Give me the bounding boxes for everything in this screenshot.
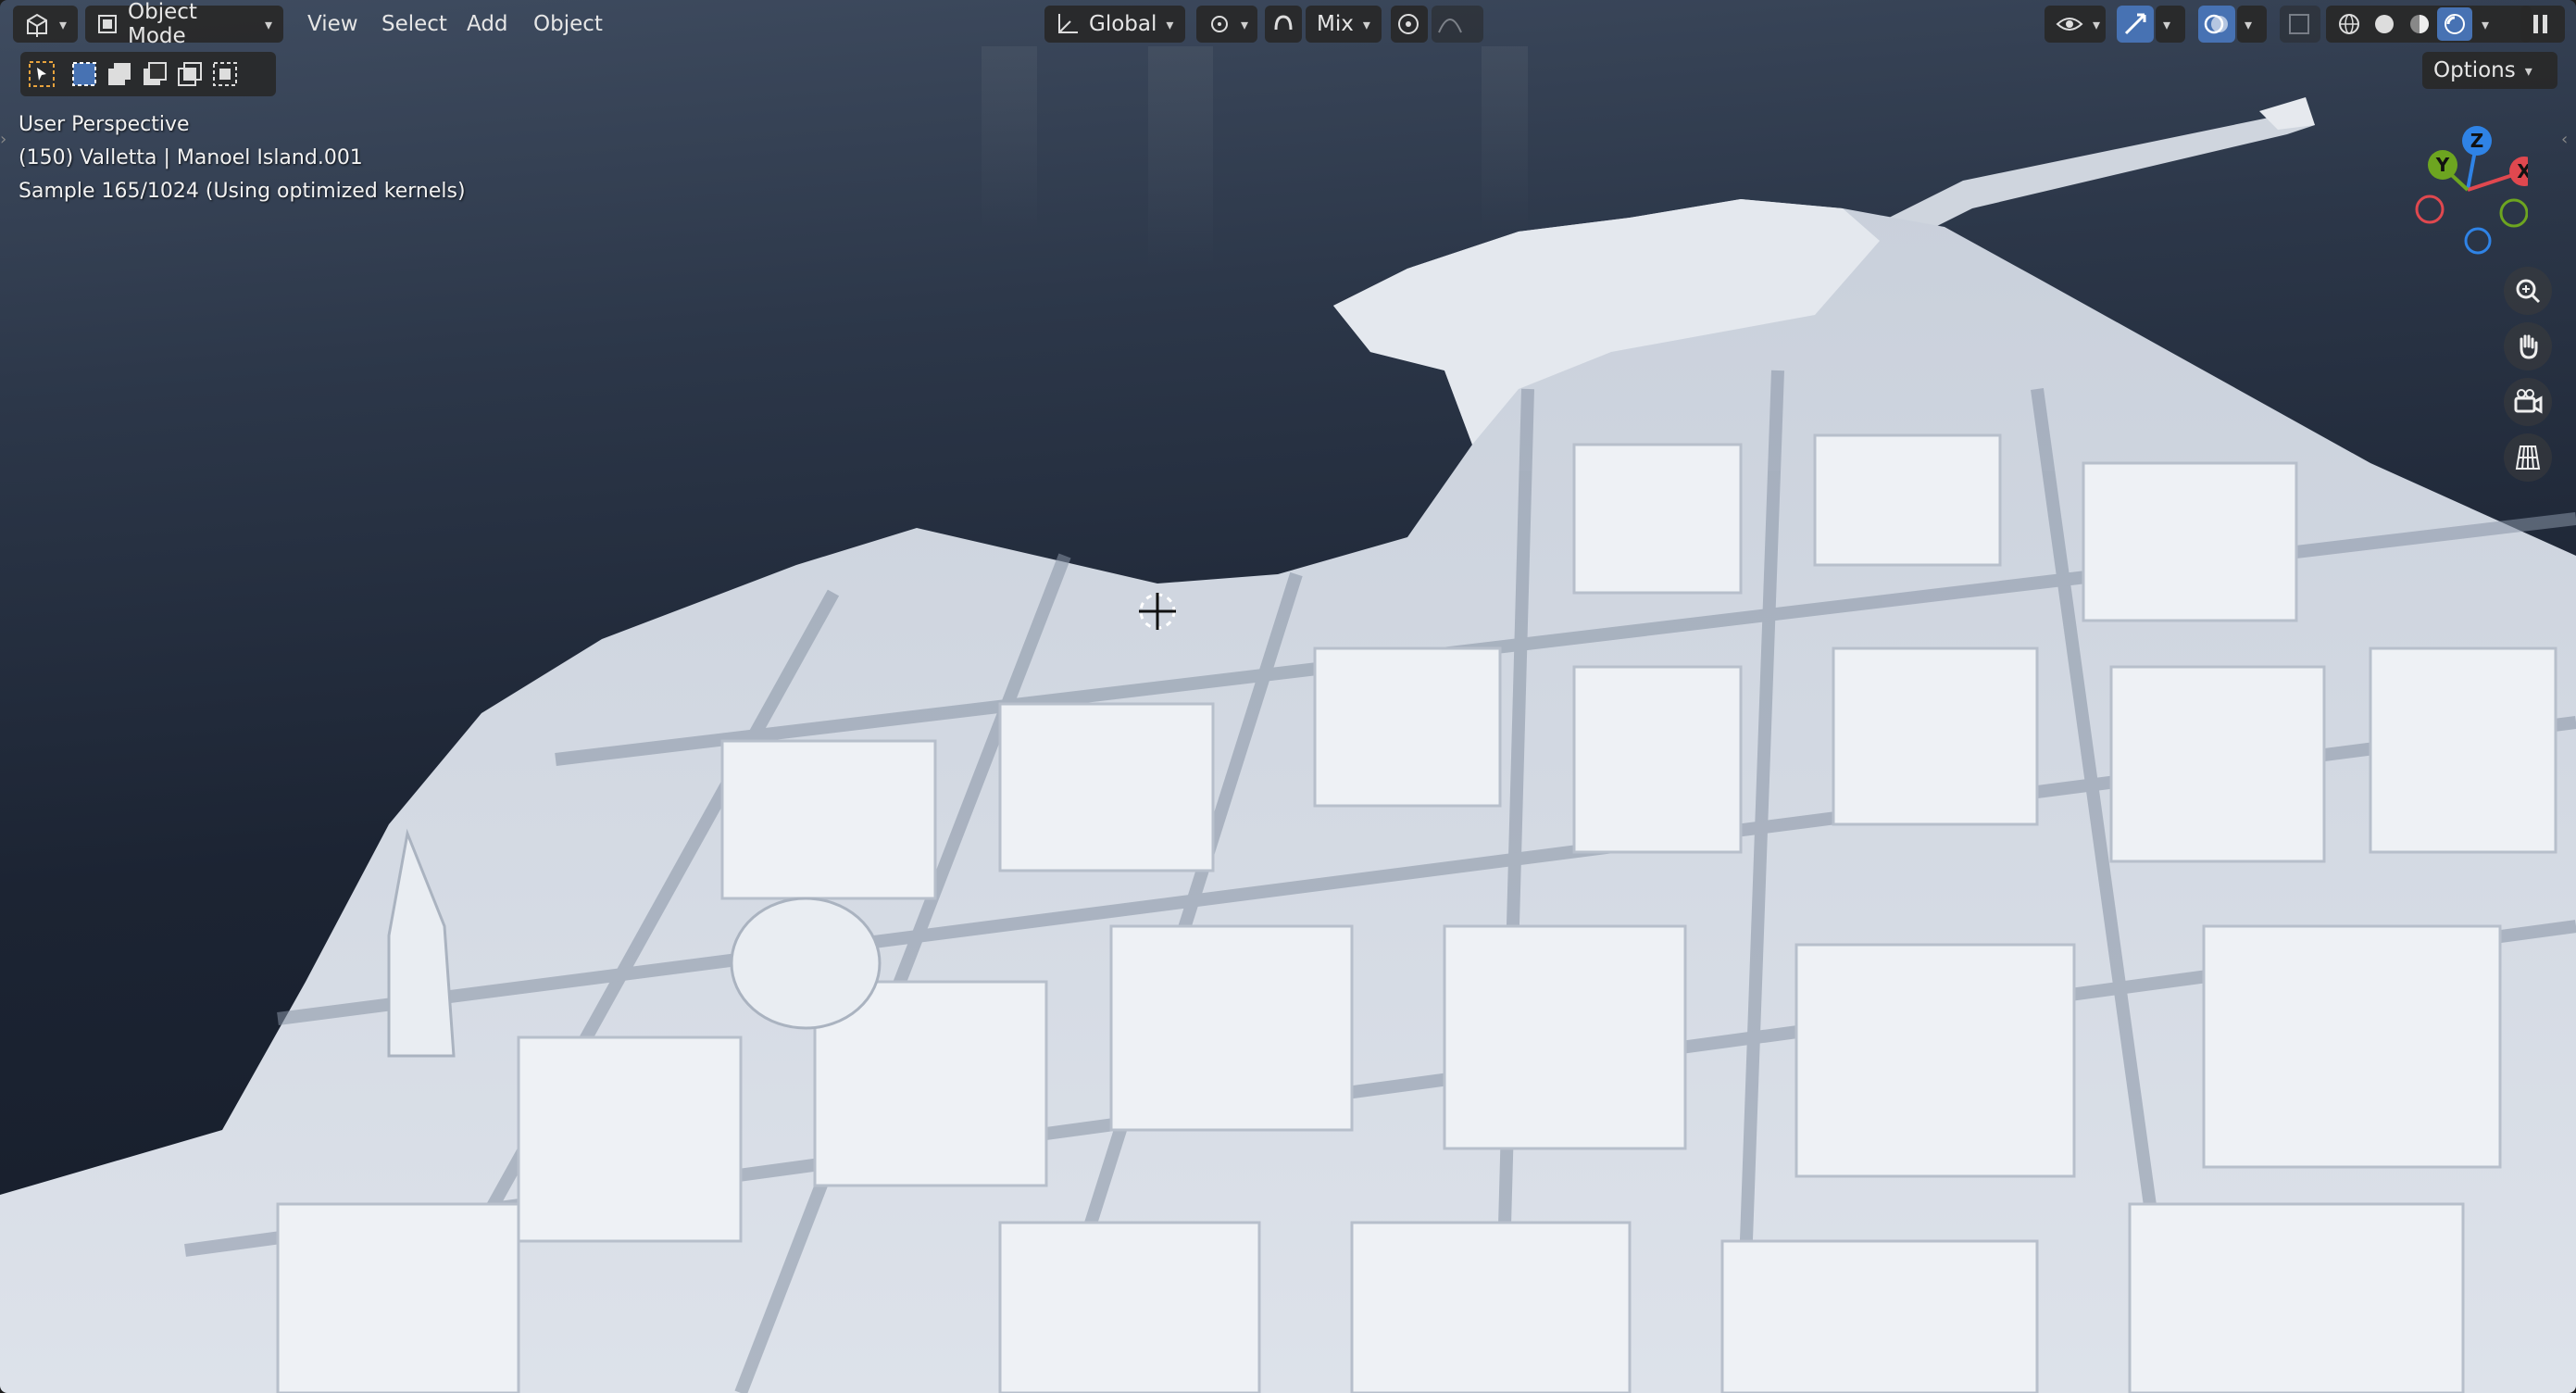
- zoom-button[interactable]: [2504, 267, 2552, 315]
- pause-icon: [2530, 12, 2552, 36]
- gizmo-dropdown[interactable]: ▾: [2156, 6, 2185, 43]
- gizmo-icon: [2122, 11, 2148, 37]
- viewport-header: ▾ Object Mode ▾ View Select Add Object G…: [0, 0, 2576, 48]
- eye-icon: [2056, 13, 2083, 35]
- pan-hand-icon: [2513, 332, 2543, 361]
- material-shading-icon[interactable]: [2402, 12, 2437, 36]
- select-tool-icon[interactable]: [28, 60, 56, 88]
- object-mode-icon: [96, 13, 119, 35]
- falloff-curve-icon: [1437, 12, 1463, 36]
- pause-render-button[interactable]: [2520, 6, 2565, 43]
- navigation-gizmo[interactable]: Z Y X: [2407, 120, 2528, 259]
- chevron-down-icon: ▾: [1362, 15, 1370, 33]
- options-label: Options: [2433, 58, 2516, 82]
- ortho-toggle-button[interactable]: [2504, 433, 2552, 482]
- xray-toggle[interactable]: [2280, 6, 2320, 43]
- neg-z-handle: [2464, 227, 2492, 255]
- options-dropdown[interactable]: Options ▾: [2422, 52, 2557, 89]
- menu-object[interactable]: Object: [524, 6, 612, 43]
- sidebar-expand-arrow[interactable]: ‹: [2561, 130, 2568, 149]
- orientation-icon: [1056, 12, 1080, 36]
- overlay-toggle[interactable]: [2198, 6, 2235, 43]
- wireframe-shading-icon[interactable]: [2332, 12, 2367, 36]
- solid-shading-icon[interactable]: [2367, 12, 2402, 36]
- church-dome: [730, 897, 882, 1030]
- ortho-grid-icon: [2513, 443, 2543, 472]
- neg-y-handle: [2499, 198, 2528, 228]
- mode-label: Object Mode: [128, 0, 197, 48]
- zoom-icon: [2513, 276, 2543, 306]
- select-subtract-icon[interactable]: [141, 60, 169, 88]
- snap-icon: [1270, 11, 1296, 37]
- overlay-dropdown[interactable]: ▾: [2237, 6, 2267, 43]
- chevron-down-icon: ▾: [2163, 15, 2171, 33]
- overlay-icon: [2204, 11, 2230, 37]
- y-axis-label: Y: [2435, 154, 2450, 176]
- select-tool-settings: [20, 52, 276, 96]
- gizmo-toggle[interactable]: [2117, 6, 2154, 43]
- chevron-down-icon: ▾: [1241, 15, 1249, 33]
- chevron-down-icon: ▾: [2245, 15, 2253, 33]
- chevron-down-icon: ▾: [264, 15, 272, 33]
- 3d-viewport[interactable]: ▾ Object Mode ▾ View Select Add Object G…: [0, 0, 2576, 1393]
- chevron-down-icon: ▾: [1166, 15, 1174, 33]
- mode-selector[interactable]: Object Mode ▾: [85, 0, 283, 48]
- proportional-falloff-selector[interactable]: Mix ▾: [1306, 6, 1382, 43]
- z-axis-label: Z: [2470, 130, 2484, 152]
- shading-group: ▾: [2326, 6, 2532, 43]
- pier: [1880, 109, 2315, 241]
- menu-add[interactable]: Add: [457, 6, 518, 43]
- snap-button[interactable]: [1265, 6, 1302, 43]
- camera-view-icon: [2512, 387, 2544, 417]
- select-invert-icon[interactable]: [176, 60, 204, 88]
- editor-type-button[interactable]: ▾: [13, 6, 78, 43]
- view-name: User Perspective: [19, 113, 190, 136]
- proportional-edit-icon: [1396, 12, 1420, 36]
- proportional-edit-button[interactable]: [1391, 6, 1428, 43]
- falloff-curve-button[interactable]: [1432, 6, 1483, 43]
- chevron-down-icon: ▾: [2524, 61, 2532, 80]
- proportional-label: Mix: [1317, 12, 1354, 36]
- neg-x-handle: [2415, 195, 2445, 224]
- pivot-icon: [1207, 12, 1232, 36]
- chevron-down-icon: ▾: [2482, 15, 2490, 33]
- frame-collection-object: (150) Valletta | Manoel Island.001: [19, 146, 363, 169]
- pivot-button[interactable]: ▾: [1196, 6, 1257, 43]
- rendered-shading-icon[interactable]: [2437, 7, 2472, 41]
- rendered-scene[interactable]: [0, 0, 2576, 1393]
- chevron-down-icon: ▾: [2093, 15, 2101, 33]
- select-new-icon[interactable]: [70, 60, 98, 88]
- x-axis-label: X: [2517, 160, 2528, 182]
- chevron-down-icon: ▾: [59, 15, 68, 33]
- 3d-viewport-icon: [24, 11, 50, 37]
- orientation-label: Global: [1089, 12, 1157, 36]
- menu-view[interactable]: View: [298, 6, 368, 43]
- render-sample-status: Sample 165/1024 (Using optimized kernels…: [19, 180, 466, 203]
- pan-button[interactable]: [2504, 322, 2552, 370]
- camera-view-button[interactable]: [2504, 378, 2552, 426]
- select-intersect-icon[interactable]: [211, 60, 239, 88]
- orientation-selector[interactable]: Global ▾: [1044, 6, 1185, 43]
- menu-select[interactable]: Select: [372, 6, 456, 43]
- toolbar-expand-arrow[interactable]: ›: [0, 130, 6, 149]
- visibility-button[interactable]: ▾: [2045, 6, 2106, 43]
- xray-icon: [2287, 12, 2311, 36]
- select-extend-icon[interactable]: [106, 60, 133, 88]
